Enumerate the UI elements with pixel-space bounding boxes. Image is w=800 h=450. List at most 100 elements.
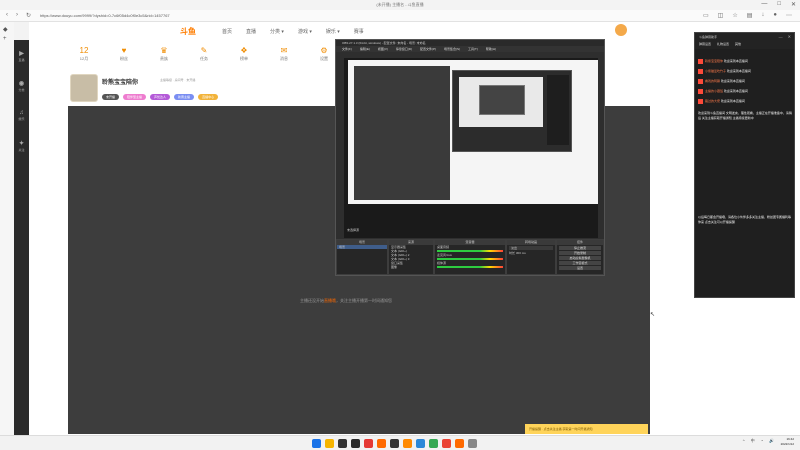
category-item[interactable]: ⚙ 设置 bbox=[310, 46, 338, 62]
tab-other[interactable]: 其他 bbox=[735, 42, 741, 46]
taskbar-app-icon[interactable] bbox=[338, 439, 347, 448]
taskbar-app-icon[interactable] bbox=[416, 439, 425, 448]
obs-menu-item[interactable]: 编辑(E) bbox=[360, 46, 370, 52]
audio-meter[interactable] bbox=[437, 250, 503, 252]
user-badge-icon bbox=[698, 88, 703, 94]
input-method-icon[interactable]: 中 bbox=[751, 438, 755, 444]
sidenav-item-live[interactable]: ▶ 直播 bbox=[14, 50, 29, 72]
taskbar-app-icon[interactable] bbox=[377, 439, 386, 448]
windows-taskbar: ^ 中 ◔ 🔊 16:42 2022/1/12 bbox=[0, 435, 800, 450]
sidenav-item-category[interactable]: ◉ 分类 bbox=[14, 80, 29, 102]
taskbar-app-icon[interactable] bbox=[455, 439, 464, 448]
nav-link[interactable]: 游戏 ▾ bbox=[298, 28, 312, 35]
obs-menu-item[interactable]: 视图(V) bbox=[378, 46, 388, 52]
taskbar-app-icon[interactable] bbox=[312, 439, 321, 448]
url-field[interactable]: https://www.douyu.com/9999/?dyshid=0-7c6… bbox=[40, 12, 700, 20]
obs-scenes-dock: 场景 场景 bbox=[336, 239, 388, 275]
scene-item[interactable]: 场景 bbox=[337, 245, 387, 249]
tab-gift-settings[interactable]: 礼物设置 bbox=[717, 42, 729, 46]
category-item[interactable]: ❖ 榜单 bbox=[230, 46, 258, 62]
obs-source-label: 未选择源 bbox=[347, 228, 360, 232]
audio-meter[interactable] bbox=[437, 266, 503, 268]
back-icon[interactable]: ‹ bbox=[6, 12, 8, 19]
category-item[interactable]: ✉ 消息 bbox=[270, 46, 298, 62]
minimize-button[interactable]: — bbox=[761, 1, 767, 8]
offline-hint-link[interactable]: 直播哦 bbox=[324, 298, 336, 303]
tab-danmaku-settings[interactable]: 弹幕设置 bbox=[699, 42, 711, 46]
studio-mode-button[interactable]: 工作室模式 bbox=[559, 261, 601, 265]
category-item[interactable]: ♛ 贵族 bbox=[150, 46, 178, 62]
plus-icon[interactable]: + bbox=[3, 36, 11, 44]
taskbar-app-icon[interactable] bbox=[351, 439, 360, 448]
streamer-tag[interactable]: 直播中心 bbox=[198, 94, 219, 100]
preview-nested-canvas bbox=[459, 77, 543, 127]
streamer-meta: 主播等级 · 房间号 · 未开播 bbox=[160, 78, 196, 82]
star-icon[interactable]: ☆ bbox=[732, 12, 737, 19]
download-icon[interactable]: ↓ bbox=[761, 12, 764, 19]
mixer-channel-label: 桌面音频 bbox=[437, 245, 450, 249]
audio-meter[interactable] bbox=[437, 258, 503, 260]
streamer-tag[interactable]: 声优达人 bbox=[150, 94, 171, 100]
obs-preview[interactable]: 未选择源 bbox=[344, 58, 598, 238]
profile-icon[interactable]: ● bbox=[773, 12, 777, 19]
follow-reminder-banner[interactable]: 开播提醒 · 点击关注主播 获取第一时间开播通知 bbox=[525, 424, 648, 434]
streamer-tag[interactable]: 未开播 bbox=[102, 94, 120, 100]
taskbar-app-icon[interactable] bbox=[468, 439, 477, 448]
site-logo[interactable]: 斗鱼 bbox=[180, 26, 196, 37]
obs-transitions-dock: 转场动画 淡出 时长 300 ms bbox=[506, 239, 556, 275]
category-item[interactable]: ♥ 粉丝 bbox=[110, 46, 138, 62]
source-item[interactable]: 图像 bbox=[389, 265, 433, 269]
obs-menu-item[interactable]: 文件(F) bbox=[342, 46, 352, 52]
taskbar-app-icon[interactable] bbox=[390, 439, 399, 448]
taskbar-app-icon[interactable] bbox=[325, 439, 334, 448]
taskbar-clock[interactable]: 16:42 2022/1/12 bbox=[781, 437, 794, 447]
refresh-icon[interactable]: ↻ bbox=[26, 12, 31, 19]
sidenav-item-entertainment[interactable]: ♫ 娱乐 bbox=[14, 110, 29, 132]
menu-icon[interactable]: ⋯ bbox=[786, 12, 792, 19]
obs-menu-item[interactable]: 配置文件(P) bbox=[420, 46, 436, 52]
streamer-header: 聆熊宝宝陪你 主播等级 · 房间号 · 未开播 未开播 陪伴型主播 声优达人 新… bbox=[70, 74, 330, 104]
settings-button[interactable]: 设置 bbox=[559, 266, 601, 270]
stop-stream-button[interactable]: 停止推流 bbox=[559, 246, 601, 250]
close-button[interactable]: ✕ bbox=[791, 1, 796, 8]
nav-link[interactable]: 直播 bbox=[246, 28, 256, 35]
nav-link[interactable]: 娱乐 ▾ bbox=[326, 28, 340, 35]
category-item[interactable]: ✎ 任务 bbox=[190, 46, 218, 62]
maximize-button[interactable]: □ bbox=[777, 1, 781, 8]
tab-icon[interactable]: ▭ bbox=[703, 12, 709, 19]
volume-icon[interactable]: 🔊 bbox=[769, 438, 774, 444]
obs-menu-item[interactable]: 停靠窗口(D) bbox=[396, 46, 412, 52]
obs-menu-item[interactable]: 帮助(H) bbox=[486, 46, 496, 52]
transition-select[interactable]: 淡出 bbox=[509, 246, 553, 250]
collection-icon[interactable]: ▤ bbox=[747, 12, 753, 19]
virtual-camera-button[interactable]: 启动虚拟摄像机 bbox=[559, 256, 601, 260]
window-controls: — □ ✕ bbox=[761, 1, 796, 8]
extension-icon[interactable]: ◫ bbox=[718, 12, 724, 19]
tray-overflow-icon[interactable]: ^ bbox=[743, 438, 745, 444]
streamer-tag[interactable]: 陪伴型主播 bbox=[123, 94, 147, 100]
mixer-channel-label: 媒体源 bbox=[437, 261, 447, 265]
transition-duration[interactable]: 时长 300 ms bbox=[507, 251, 555, 255]
nav-link[interactable]: 分类 ▾ bbox=[270, 28, 284, 35]
user-avatar[interactable] bbox=[615, 24, 627, 36]
nav-link[interactable]: 首页 bbox=[222, 28, 232, 35]
obs-menu-item[interactable]: 工具(T) bbox=[468, 46, 478, 52]
start-recording-button[interactable]: 开始录制 bbox=[559, 251, 601, 255]
nav-link[interactable]: 赛事 bbox=[354, 28, 364, 35]
douyu-icon[interactable]: ◆ bbox=[3, 26, 11, 34]
streamer-avatar[interactable] bbox=[70, 74, 98, 102]
taskbar-app-icon[interactable] bbox=[429, 439, 438, 448]
sidenav-item-follow[interactable]: ✦ 关注 bbox=[14, 140, 29, 162]
minimize-button[interactable]: — bbox=[779, 34, 783, 39]
taskbar-app-icon[interactable] bbox=[364, 439, 373, 448]
streamer-tag[interactable]: 新晋主播 bbox=[174, 94, 195, 100]
taskbar-app-icon[interactable] bbox=[403, 439, 412, 448]
site-nav: 首页 直播 分类 ▾ 游戏 ▾ 娱乐 ▾ 赛事 bbox=[222, 28, 364, 35]
forward-icon[interactable]: › bbox=[16, 12, 18, 19]
close-button[interactable]: ✕ bbox=[788, 34, 791, 39]
category-item[interactable]: 12 12月 bbox=[70, 46, 98, 62]
danmaku-message: 聆熊宝宝陪你 欢迎来到本直播间 bbox=[698, 57, 748, 65]
obs-menu-item[interactable]: 场景集合(S) bbox=[444, 46, 460, 52]
network-icon[interactable]: ◔ bbox=[761, 438, 763, 444]
taskbar-app-icon[interactable] bbox=[442, 439, 451, 448]
